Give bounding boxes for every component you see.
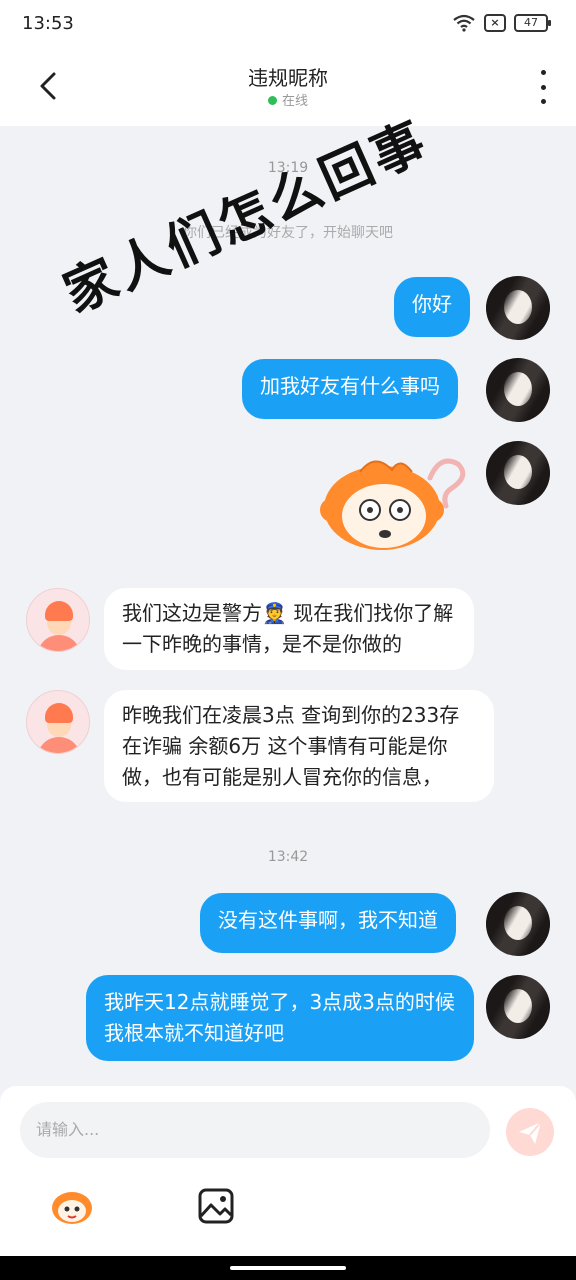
status-icons: × 47 bbox=[452, 14, 551, 32]
my-avatar[interactable] bbox=[486, 276, 550, 340]
my-avatar[interactable] bbox=[486, 892, 550, 956]
status-time: 13:53 bbox=[22, 13, 74, 34]
overlay-caption: 家人们怎么回事 bbox=[55, 110, 438, 325]
sim-disabled-icon: × bbox=[484, 14, 506, 32]
online-status-label: 在线 bbox=[281, 94, 308, 109]
outgoing-message[interactable]: 没有这件事啊，我不知道 bbox=[200, 893, 456, 953]
online-status: 在线 bbox=[0, 90, 576, 109]
home-indicator[interactable] bbox=[230, 1266, 346, 1270]
emoji-button[interactable] bbox=[48, 1186, 96, 1226]
battery-level: 47 bbox=[524, 16, 538, 29]
send-icon bbox=[519, 1121, 542, 1144]
more-vertical-icon bbox=[540, 70, 546, 75]
outgoing-message[interactable]: 加我好友有什么事吗 bbox=[242, 359, 458, 419]
status-bar: 13:53 × 47 bbox=[0, 0, 576, 48]
contact-avatar[interactable] bbox=[26, 690, 90, 754]
my-avatar[interactable] bbox=[486, 975, 550, 1039]
monkey-sticker-icon[interactable] bbox=[320, 448, 470, 552]
online-dot-icon bbox=[267, 96, 277, 105]
contact-avatar[interactable] bbox=[26, 588, 90, 652]
wifi-icon bbox=[453, 14, 475, 32]
battery-icon: 47 bbox=[514, 14, 551, 32]
timestamp: 13:42 bbox=[267, 849, 309, 865]
more-options-button[interactable] bbox=[534, 70, 552, 104]
chat-header: 违规昵称 在线 bbox=[0, 48, 576, 126]
image-button[interactable] bbox=[196, 1186, 236, 1226]
image-icon bbox=[198, 1188, 234, 1224]
outgoing-message[interactable]: 我昨天12点就睡觉了，3点成3点的时候我根本就不知道好吧 bbox=[86, 975, 474, 1061]
system-nav-bar bbox=[0, 1256, 576, 1280]
incoming-message[interactable]: 我们这边是警方👮 现在我们找你了解一下昨晚的事情，是不是你做的 bbox=[104, 588, 474, 670]
incoming-message[interactable]: 昨晚我们在凌晨3点 查询到你的233存在诈骗 余额6万 这个事情有可能是你做，也… bbox=[104, 690, 494, 802]
emoji-sticker-icon bbox=[52, 1192, 92, 1224]
contact-name: 违规昵称 bbox=[248, 66, 328, 90]
outgoing-message[interactable]: 你好 bbox=[394, 277, 470, 337]
message-composer: 请输入... bbox=[0, 1086, 576, 1256]
send-button[interactable] bbox=[506, 1108, 554, 1156]
my-avatar[interactable] bbox=[486, 358, 550, 422]
message-input[interactable]: 请输入... bbox=[20, 1102, 490, 1158]
my-avatar[interactable] bbox=[486, 441, 550, 505]
